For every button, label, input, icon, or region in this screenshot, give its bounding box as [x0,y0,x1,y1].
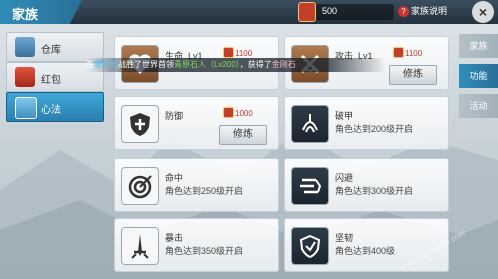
skill-name: 命中 [165,173,184,183]
token-icon [298,2,316,22]
warehouse-icon [15,37,35,57]
red-packet-icon [15,67,35,87]
page-title: 家族 [12,7,39,22]
token-icon [223,47,234,58]
skill-name: 防御 [165,111,184,121]
shield-icon [121,105,159,143]
skill-card-dodge[interactable]: 闪避 角色达到300级开启 [284,158,449,212]
notice-suffix: ，获得了 [239,60,272,69]
target-icon [121,167,159,205]
skill-card-armor-break[interactable]: 破甲 角色达到200级开启 [284,96,449,150]
tab-family[interactable]: 家族 [459,34,498,58]
skill-card-critical[interactable]: 暴击 角色达到350级开启 [114,218,279,272]
tab-events[interactable]: 活动 [459,94,498,118]
skill-card-tenacity[interactable]: 坚韧 角色达到400级 [284,218,449,272]
unlock-requirement: 角色达到200级开启 [335,124,414,134]
train-button[interactable]: 修炼 [389,65,437,85]
skill-cost: 1100 [223,47,252,58]
skill-cost: 1100 [393,47,422,58]
sidebar-item-manual[interactable]: 心法 [6,92,104,122]
close-button[interactable]: × [472,1,494,23]
skill-name: 闪避 [335,173,354,183]
skill-card-defense[interactable]: 防御 1000 修炼 [114,96,279,150]
notice-reward: 金刚石 [271,60,296,69]
help-label: 家族说明 [411,6,448,16]
help-link[interactable]: ? 家族说明 [398,4,447,17]
unlock-requirement: 角色达到250级开启 [165,186,244,196]
currency-display: 500 [298,2,394,22]
question-icon: ? [398,6,409,17]
notice-boss: 青原石人（Lv200） [174,60,240,69]
sidebar-item-label: 心法 [41,105,61,116]
currency-value: 500 [322,6,338,16]
skill-name: 破甲 [335,111,354,121]
tab-functions[interactable]: 功能 [459,64,498,88]
tenacity-icon [291,227,329,265]
unlock-requirement: 角色达到300级开启 [335,186,414,196]
skill-cost: 1000 [223,107,253,118]
system-notice-banner: 在暖时光战胜了世界首领青原石人（Lv200），获得了金刚石 [86,58,386,72]
critical-sword-icon [121,227,159,265]
skill-card-accuracy[interactable]: 命中 角色达到250级开启 [114,158,279,212]
notice-prefix: 在 [86,60,94,69]
sidebar-item-label: 仓库 [41,45,61,56]
skill-name: 暴击 [165,233,184,243]
unlock-requirement: 角色达到350级开启 [165,246,244,256]
top-bar: 家族 500 ? 家族说明 × [0,0,498,24]
token-icon [393,47,404,58]
notice-middle: 战胜了世界首领 [118,60,174,69]
manual-icon [15,97,37,119]
armor-break-icon [291,105,329,143]
train-button[interactable]: 修炼 [219,125,267,145]
token-icon [223,107,234,118]
skill-name: 坚韧 [335,233,354,243]
notice-player: 暖时光 [94,60,118,69]
dodge-icon [291,167,329,205]
sidebar-item-label: 红包 [41,75,61,86]
unlock-requirement: 角色达到400级 [335,246,396,256]
